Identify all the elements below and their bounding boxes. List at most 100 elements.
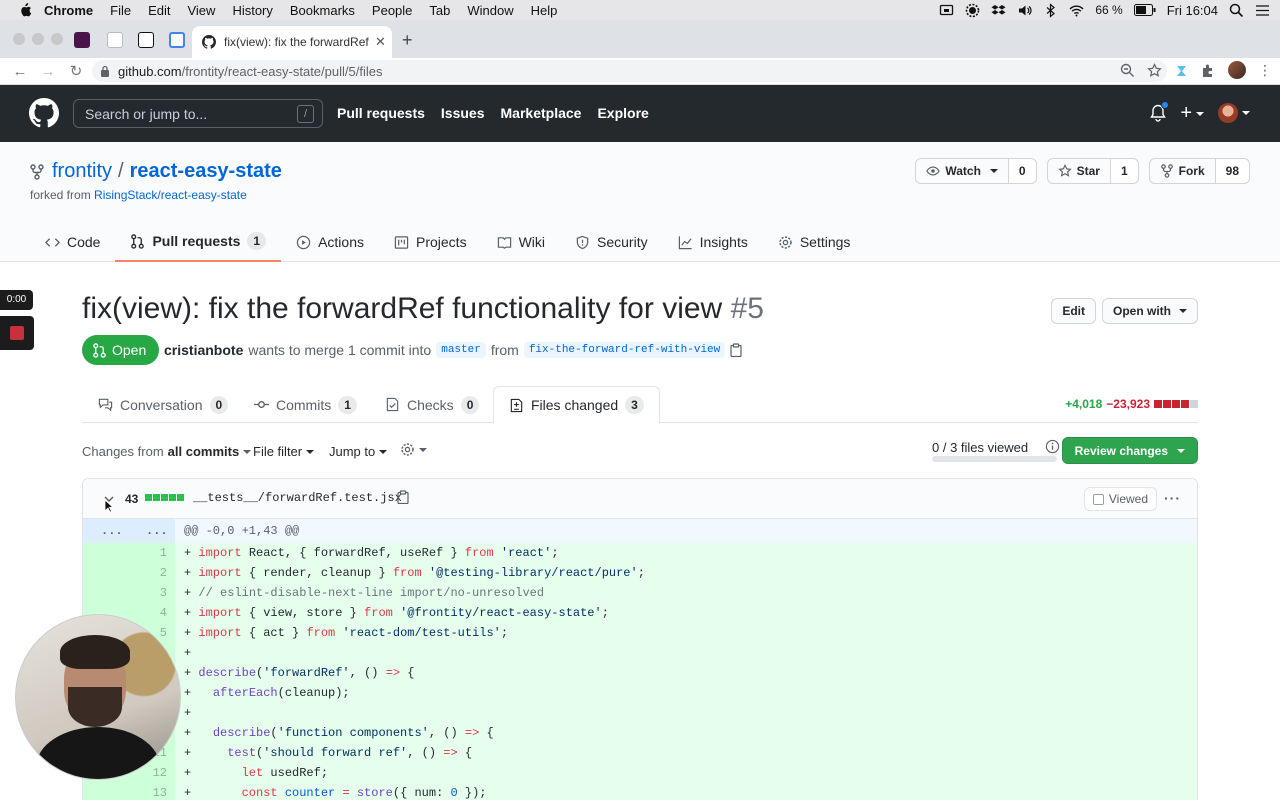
fork-count[interactable]: 98	[1214, 159, 1249, 183]
notification-center-icon[interactable]	[1255, 3, 1270, 18]
bookmark-star-icon[interactable]	[1147, 62, 1162, 78]
fork-button[interactable]: Fork	[1150, 159, 1215, 183]
menu-people[interactable]: People	[372, 3, 412, 18]
pinned-tab-slack-icon[interactable]	[74, 32, 90, 48]
tab-security[interactable]: Security	[560, 222, 663, 262]
user-menu[interactable]	[1218, 103, 1250, 123]
address-bar[interactable]: github.com/frontity/react-easy-state/pul…	[92, 60, 1167, 82]
tab-files-changed[interactable]: Files changed 3	[493, 386, 660, 424]
settings-gear-icon[interactable]	[965, 3, 980, 18]
menu-tab[interactable]: Tab	[429, 3, 450, 18]
diff-line[interactable]: 8+ afterEach(cleanup);	[83, 683, 1197, 703]
nav-explore[interactable]: Explore	[597, 105, 648, 121]
diff-line[interactable]: 3 + // eslint-disable-next-line import/no…	[83, 583, 1197, 603]
diff-settings-dropdown[interactable]	[400, 442, 427, 457]
spotlight-search-icon[interactable]	[1229, 3, 1244, 18]
forward-arrow-icon[interactable]: →	[40, 63, 56, 80]
diff-line[interactable]: 6+	[83, 643, 1197, 663]
nav-issues[interactable]: Issues	[441, 105, 485, 121]
create-new-plus-icon[interactable]: +	[1180, 103, 1204, 123]
window-minimize-button[interactable]	[32, 33, 44, 45]
diff-line[interactable]: 9+	[83, 703, 1197, 723]
new-tab-icon[interactable]: +	[402, 30, 413, 51]
tab-code[interactable]: Code	[30, 222, 115, 262]
viewed-checkbox[interactable]: Viewed	[1083, 487, 1157, 511]
extensions-puzzle-icon[interactable]	[1201, 63, 1216, 78]
tab-conversation[interactable]: Conversation 0	[98, 386, 229, 423]
info-icon[interactable]	[1045, 439, 1060, 454]
menu-bookmarks[interactable]: Bookmarks	[290, 3, 355, 18]
diff-line[interactable]: 11 + test('should forward ref', () => {	[83, 743, 1197, 763]
repo-name-link[interactable]: react-easy-state	[130, 160, 282, 183]
menu-edit[interactable]: Edit	[148, 3, 170, 18]
base-branch[interactable]: master	[436, 342, 486, 358]
menu-view[interactable]: View	[187, 3, 215, 18]
pinned-tab-calendar-icon[interactable]	[169, 32, 185, 48]
menu-window[interactable]: Window	[467, 3, 513, 18]
diff-line[interactable]: 7+ describe('forwardRef', () => {	[83, 663, 1197, 683]
back-arrow-icon[interactable]: ←	[12, 63, 28, 80]
volume-icon[interactable]	[1017, 3, 1032, 18]
extension-icon[interactable]	[1174, 63, 1189, 78]
zoom-icon[interactable]	[1120, 63, 1135, 78]
tab-insights[interactable]: Insights	[663, 222, 763, 262]
nav-pull-requests[interactable]: Pull requests	[337, 105, 425, 121]
clock[interactable]: Fri 16:04	[1167, 3, 1218, 18]
tab-checks[interactable]: Checks 0	[385, 386, 480, 423]
review-changes-button[interactable]: Review changes	[1061, 437, 1198, 464]
line-number[interactable]: 1	[83, 543, 175, 563]
head-branch[interactable]: fix-the-forward-ref-with-view	[523, 342, 726, 358]
line-number[interactable]: 3	[83, 583, 175, 603]
bluetooth-icon[interactable]	[1043, 2, 1058, 18]
lock-icon[interactable]	[100, 65, 110, 77]
profile-avatar[interactable]	[1228, 61, 1246, 79]
jump-to-dropdown[interactable]: Jump to	[329, 444, 388, 459]
pinned-tab-notion-icon[interactable]	[138, 32, 154, 48]
copy-path-icon[interactable]	[397, 490, 409, 504]
line-number[interactable]: 13	[83, 783, 175, 800]
open-with-button[interactable]: Open with	[1102, 298, 1198, 324]
expand-hunk-button[interactable]: ... ...	[83, 519, 175, 543]
repo-owner-link[interactable]: frontity	[52, 160, 112, 183]
edit-button[interactable]: Edit	[1051, 298, 1096, 324]
diff-line[interactable]: 13 + const counter = store({ num: 0 });	[83, 783, 1197, 800]
copy-branch-icon[interactable]	[730, 343, 742, 357]
dropbox-icon[interactable]	[991, 3, 1006, 18]
diff-line[interactable]: 4 + import { view, store } from '@frontit…	[83, 603, 1197, 623]
tab-actions[interactable]: Actions	[281, 222, 379, 262]
wifi-icon[interactable]	[1069, 3, 1084, 18]
github-logo-icon[interactable]	[29, 98, 59, 128]
file-name[interactable]: __tests__/forwardRef.test.jsx	[193, 491, 402, 505]
pinned-tab-figma-icon[interactable]	[107, 32, 123, 48]
diff-line[interactable]: 12+ let usedRef;	[83, 763, 1197, 783]
reload-icon[interactable]: ↻	[68, 62, 84, 80]
pr-author-link[interactable]: cristianbote	[164, 342, 243, 358]
diff-line[interactable]: 1 + import React, { forwardRef, useRef } …	[83, 543, 1197, 563]
window-zoom-button[interactable]	[51, 33, 63, 45]
watch-count[interactable]: 0	[1007, 159, 1036, 183]
stop-recording-button[interactable]	[0, 316, 34, 350]
star-button[interactable]: Star	[1048, 159, 1110, 183]
screen-mirror-icon[interactable]	[939, 3, 954, 18]
tab-projects[interactable]: Projects	[379, 222, 482, 262]
menu-chrome[interactable]: Chrome	[44, 3, 93, 18]
tab-wiki[interactable]: Wiki	[482, 222, 560, 262]
star-count[interactable]: 1	[1109, 159, 1138, 183]
kebab-menu-icon[interactable]: ···	[1164, 490, 1181, 506]
tab-pull-requests[interactable]: Pull requests 1	[115, 222, 282, 262]
file-filter-dropdown[interactable]: File filter	[253, 444, 315, 459]
menu-help[interactable]: Help	[531, 3, 558, 18]
diff-line[interactable]: 5 + import { act } from 'react-dom/test-u…	[83, 623, 1197, 643]
close-tab-icon[interactable]: ✕	[375, 34, 386, 50]
watch-button[interactable]: Watch	[916, 159, 1008, 183]
browser-menu-icon[interactable]: ⋮	[1258, 62, 1272, 79]
tab-commits[interactable]: Commits 1	[254, 386, 357, 423]
diff-line[interactable]: 10+ describe('function components', () =…	[83, 723, 1197, 743]
github-search-input[interactable]: Search or jump to... /	[73, 99, 323, 128]
menu-file[interactable]: File	[110, 3, 131, 18]
forked-from-link[interactable]: RisingStack/react-easy-state	[94, 188, 247, 202]
tab-settings[interactable]: Settings	[763, 222, 866, 262]
notifications-bell-icon[interactable]	[1150, 101, 1170, 122]
changes-from-dropdown[interactable]: Changes from all commits	[82, 444, 252, 459]
battery-icon[interactable]	[1133, 4, 1156, 16]
